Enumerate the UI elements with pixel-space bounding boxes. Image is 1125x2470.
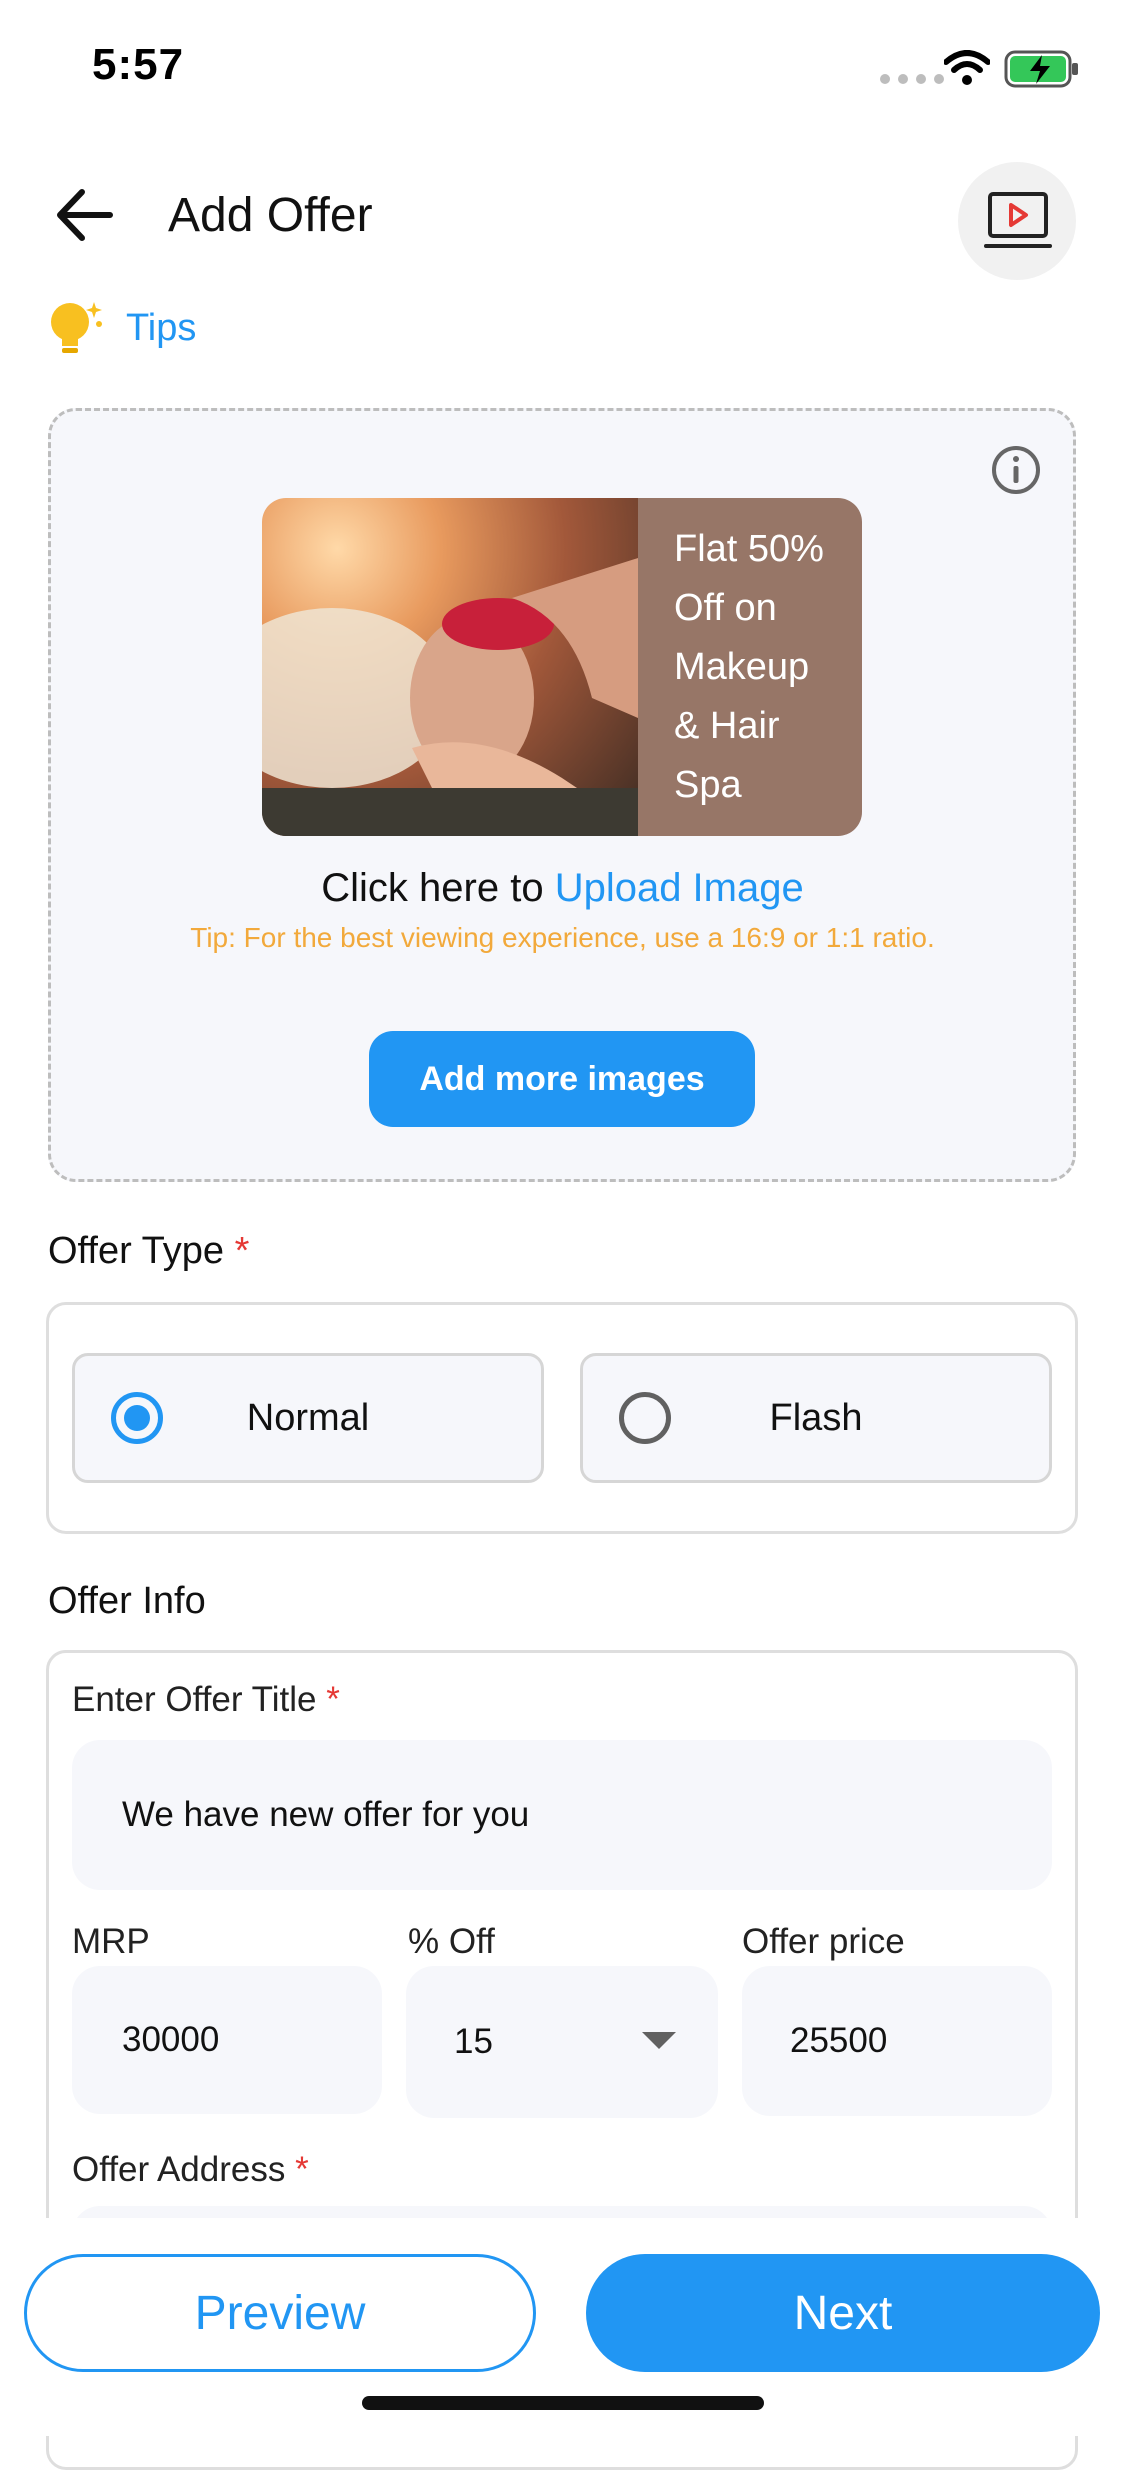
lightbulb-icon (51, 302, 102, 353)
battery-charging-icon (1004, 50, 1078, 88)
image-ratio-tip: Tip: For the best viewing experience, us… (190, 922, 935, 953)
percent-off-dropdown[interactable]: 15 (406, 1966, 718, 2118)
mrp-label: MRP (72, 1922, 150, 1961)
offer-address-label: Offer Address (72, 2150, 286, 2189)
offer-title-input[interactable]: We have new offer for you (72, 1740, 1052, 1890)
required-marker: * (326, 1680, 340, 1719)
offer-price-label: Offer price (742, 1922, 905, 1961)
tips-link[interactable]: Tips (44, 296, 196, 360)
spa-photo (262, 498, 638, 836)
offer-title-label: Enter Offer Title (72, 1680, 317, 1719)
cellular-signal-icon (880, 74, 944, 84)
chevron-down-icon (642, 2032, 676, 2049)
preview-button[interactable]: Preview (24, 2254, 536, 2372)
percent-off-label: % Off (408, 1922, 495, 1961)
tips-label: Tips (126, 306, 197, 349)
offer-title-value: We have new offer for you (122, 1795, 530, 1834)
radio-selected-icon[interactable] (111, 1392, 163, 1444)
percent-off-value: 15 (454, 2022, 493, 2061)
offer-title-label-row: Enter Offer Title * (72, 1680, 340, 1720)
offer-type-normal-option[interactable]: Normal (72, 1353, 544, 1483)
offer-price-value: 25500 (790, 2021, 888, 2060)
mrp-input[interactable]: 30000 (72, 1966, 382, 2114)
upload-image-link[interactable]: Upload Image (555, 866, 804, 910)
promo-line: Spa (674, 764, 742, 806)
upload-prompt: Click here to Upload Image (0, 866, 1125, 911)
tutorial-video-button[interactable] (958, 162, 1076, 280)
offer-address-label-row: Offer Address * (72, 2150, 309, 2190)
next-button[interactable]: Next (586, 2254, 1100, 2372)
video-play-icon (984, 192, 1052, 248)
promo-line: Flat 50% (674, 528, 824, 570)
offer-type-flash-option[interactable]: Flash (580, 1353, 1052, 1483)
back-arrow-icon[interactable] (48, 180, 128, 250)
upload-prompt-prefix: Click here to (321, 866, 555, 910)
page-title: Add Offer (168, 189, 373, 242)
wifi-icon (944, 50, 990, 85)
add-more-images-button[interactable]: Add more images (369, 1031, 755, 1127)
offer-type-title: Offer Type (48, 1230, 225, 1272)
promo-text-panel: Flat 50% Off on Makeup & Hair Spa (638, 498, 862, 836)
offer-image-preview[interactable]: Flat 50% Off on Makeup & Hair Spa (262, 498, 862, 836)
required-marker: * (234, 1230, 250, 1272)
mrp-value: 30000 (122, 2020, 220, 2059)
promo-line: Makeup (674, 646, 810, 688)
offer-type-heading: Offer Type * (48, 1230, 249, 1273)
info-icon[interactable] (990, 444, 1042, 496)
home-indicator (362, 2396, 764, 2410)
offer-type-label: Normal (246, 1396, 370, 1439)
offer-type-label: Flash (769, 1396, 863, 1439)
offer-info-title: Offer Info (48, 1580, 206, 1622)
promo-line: & Hair (674, 705, 780, 747)
promo-line: Off on (674, 587, 777, 629)
status-time: 5:57 (92, 40, 185, 89)
radio-unselected-icon[interactable] (619, 1392, 671, 1444)
offer-price-input[interactable]: 25500 (742, 1966, 1052, 2116)
required-marker: * (295, 2150, 309, 2189)
